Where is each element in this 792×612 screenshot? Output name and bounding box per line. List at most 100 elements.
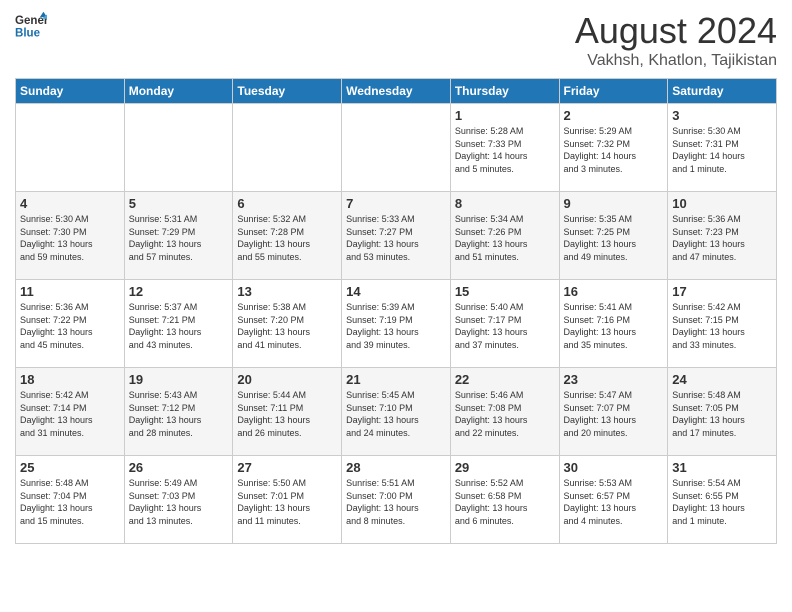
col-header-friday: Friday	[559, 79, 668, 104]
day-number: 26	[129, 460, 229, 475]
day-number: 5	[129, 196, 229, 211]
day-info: Sunrise: 5:41 AM Sunset: 7:16 PM Dayligh…	[564, 301, 664, 351]
month-title: August 2024	[575, 10, 777, 52]
day-cell: 25 Sunrise: 5:48 AM Sunset: 7:04 PM Dayli…	[16, 456, 125, 544]
day-info: Sunrise: 5:30 AM Sunset: 7:31 PM Dayligh…	[672, 125, 772, 175]
day-cell: 21 Sunrise: 5:45 AM Sunset: 7:10 PM Dayli…	[342, 368, 451, 456]
day-info: Sunrise: 5:53 AM Sunset: 6:57 PM Dayligh…	[564, 477, 664, 527]
day-info: Sunrise: 5:29 AM Sunset: 7:32 PM Dayligh…	[564, 125, 664, 175]
page-container: General Blue August 2024 Vakhsh, Khatlon…	[0, 0, 792, 554]
day-info: Sunrise: 5:35 AM Sunset: 7:25 PM Dayligh…	[564, 213, 664, 263]
header: General Blue August 2024 Vakhsh, Khatlon…	[15, 10, 777, 70]
day-number: 4	[20, 196, 120, 211]
day-cell: 26 Sunrise: 5:49 AM Sunset: 7:03 PM Dayli…	[124, 456, 233, 544]
day-cell: 9 Sunrise: 5:35 AM Sunset: 7:25 PM Daylig…	[559, 192, 668, 280]
day-info: Sunrise: 5:36 AM Sunset: 7:23 PM Dayligh…	[672, 213, 772, 263]
day-info: Sunrise: 5:47 AM Sunset: 7:07 PM Dayligh…	[564, 389, 664, 439]
day-cell: 16 Sunrise: 5:41 AM Sunset: 7:16 PM Dayli…	[559, 280, 668, 368]
logo-icon: General Blue	[15, 10, 47, 42]
day-number: 3	[672, 108, 772, 123]
day-number: 12	[129, 284, 229, 299]
day-number: 18	[20, 372, 120, 387]
day-cell: 14 Sunrise: 5:39 AM Sunset: 7:19 PM Dayli…	[342, 280, 451, 368]
day-number: 10	[672, 196, 772, 211]
day-number: 9	[564, 196, 664, 211]
week-row-3: 11 Sunrise: 5:36 AM Sunset: 7:22 PM Dayli…	[16, 280, 777, 368]
day-cell: 4 Sunrise: 5:30 AM Sunset: 7:30 PM Daylig…	[16, 192, 125, 280]
day-info: Sunrise: 5:37 AM Sunset: 7:21 PM Dayligh…	[129, 301, 229, 351]
day-number: 30	[564, 460, 664, 475]
day-cell: 28 Sunrise: 5:51 AM Sunset: 7:00 PM Dayli…	[342, 456, 451, 544]
day-info: Sunrise: 5:48 AM Sunset: 7:04 PM Dayligh…	[20, 477, 120, 527]
day-number: 23	[564, 372, 664, 387]
day-cell: 31Sunrise: 5:54 AM Sunset: 6:55 PM Dayli…	[668, 456, 777, 544]
day-cell: 10 Sunrise: 5:36 AM Sunset: 7:23 PM Dayli…	[668, 192, 777, 280]
calendar-table: SundayMondayTuesdayWednesdayThursdayFrid…	[15, 78, 777, 544]
day-info: Sunrise: 5:38 AM Sunset: 7:20 PM Dayligh…	[237, 301, 337, 351]
day-info: Sunrise: 5:49 AM Sunset: 7:03 PM Dayligh…	[129, 477, 229, 527]
day-cell	[16, 104, 125, 192]
day-number: 8	[455, 196, 555, 211]
day-number: 22	[455, 372, 555, 387]
day-cell: 15Sunrise: 5:40 AM Sunset: 7:17 PM Dayli…	[450, 280, 559, 368]
day-cell	[124, 104, 233, 192]
day-number: 2	[564, 108, 664, 123]
day-number: 11	[20, 284, 120, 299]
day-number: 1	[455, 108, 555, 123]
day-number: 17	[672, 284, 772, 299]
day-info: Sunrise: 5:51 AM Sunset: 7:00 PM Dayligh…	[346, 477, 446, 527]
day-cell: 24Sunrise: 5:48 AM Sunset: 7:05 PM Dayli…	[668, 368, 777, 456]
day-cell: 1 Sunrise: 5:28 AM Sunset: 7:33 PM Daylig…	[450, 104, 559, 192]
day-number: 29	[455, 460, 555, 475]
day-info: Sunrise: 5:31 AM Sunset: 7:29 PM Dayligh…	[129, 213, 229, 263]
col-header-wednesday: Wednesday	[342, 79, 451, 104]
day-number: 20	[237, 372, 337, 387]
week-row-4: 18 Sunrise: 5:42 AM Sunset: 7:14 PM Dayli…	[16, 368, 777, 456]
day-info: Sunrise: 5:42 AM Sunset: 7:14 PM Dayligh…	[20, 389, 120, 439]
day-cell	[233, 104, 342, 192]
day-cell: 20 Sunrise: 5:44 AM Sunset: 7:11 PM Dayli…	[233, 368, 342, 456]
day-cell: 6Sunrise: 5:32 AM Sunset: 7:28 PM Daylig…	[233, 192, 342, 280]
day-info: Sunrise: 5:33 AM Sunset: 7:27 PM Dayligh…	[346, 213, 446, 263]
day-number: 28	[346, 460, 446, 475]
day-info: Sunrise: 5:39 AM Sunset: 7:19 PM Dayligh…	[346, 301, 446, 351]
day-info: Sunrise: 5:45 AM Sunset: 7:10 PM Dayligh…	[346, 389, 446, 439]
col-header-monday: Monday	[124, 79, 233, 104]
day-cell: 19Sunrise: 5:43 AM Sunset: 7:12 PM Dayli…	[124, 368, 233, 456]
day-info: Sunrise: 5:28 AM Sunset: 7:33 PM Dayligh…	[455, 125, 555, 175]
day-cell: 7 Sunrise: 5:33 AM Sunset: 7:27 PM Daylig…	[342, 192, 451, 280]
day-number: 21	[346, 372, 446, 387]
col-header-sunday: Sunday	[16, 79, 125, 104]
logo: General Blue	[15, 10, 51, 42]
title-area: August 2024 Vakhsh, Khatlon, Tajikistan	[575, 10, 777, 70]
day-number: 24	[672, 372, 772, 387]
day-cell: 3 Sunrise: 5:30 AM Sunset: 7:31 PM Daylig…	[668, 104, 777, 192]
col-header-thursday: Thursday	[450, 79, 559, 104]
day-cell: 8 Sunrise: 5:34 AM Sunset: 7:26 PM Daylig…	[450, 192, 559, 280]
day-info: Sunrise: 5:36 AM Sunset: 7:22 PM Dayligh…	[20, 301, 120, 351]
week-row-1: 1 Sunrise: 5:28 AM Sunset: 7:33 PM Daylig…	[16, 104, 777, 192]
day-number: 25	[20, 460, 120, 475]
day-info: Sunrise: 5:34 AM Sunset: 7:26 PM Dayligh…	[455, 213, 555, 263]
day-cell	[342, 104, 451, 192]
day-number: 14	[346, 284, 446, 299]
day-cell: 5 Sunrise: 5:31 AM Sunset: 7:29 PM Daylig…	[124, 192, 233, 280]
day-number: 16	[564, 284, 664, 299]
day-cell: 23 Sunrise: 5:47 AM Sunset: 7:07 PM Dayli…	[559, 368, 668, 456]
day-info: Sunrise: 5:40 AM Sunset: 7:17 PM Dayligh…	[455, 301, 555, 351]
day-info: Sunrise: 5:50 AM Sunset: 7:01 PM Dayligh…	[237, 477, 337, 527]
day-info: Sunrise: 5:44 AM Sunset: 7:11 PM Dayligh…	[237, 389, 337, 439]
day-cell: 27Sunrise: 5:50 AM Sunset: 7:01 PM Dayli…	[233, 456, 342, 544]
day-cell: 11 Sunrise: 5:36 AM Sunset: 7:22 PM Dayli…	[16, 280, 125, 368]
col-header-tuesday: Tuesday	[233, 79, 342, 104]
day-info: Sunrise: 5:46 AM Sunset: 7:08 PM Dayligh…	[455, 389, 555, 439]
day-info: Sunrise: 5:30 AM Sunset: 7:30 PM Dayligh…	[20, 213, 120, 263]
svg-text:Blue: Blue	[15, 28, 41, 40]
day-cell: 18 Sunrise: 5:42 AM Sunset: 7:14 PM Dayli…	[16, 368, 125, 456]
day-cell: 30 Sunrise: 5:53 AM Sunset: 6:57 PM Dayli…	[559, 456, 668, 544]
day-number: 7	[346, 196, 446, 211]
day-cell: 2 Sunrise: 5:29 AM Sunset: 7:32 PM Daylig…	[559, 104, 668, 192]
day-cell: 22 Sunrise: 5:46 AM Sunset: 7:08 PM Dayli…	[450, 368, 559, 456]
day-number: 31	[672, 460, 772, 475]
day-cell: 13Sunrise: 5:38 AM Sunset: 7:20 PM Dayli…	[233, 280, 342, 368]
